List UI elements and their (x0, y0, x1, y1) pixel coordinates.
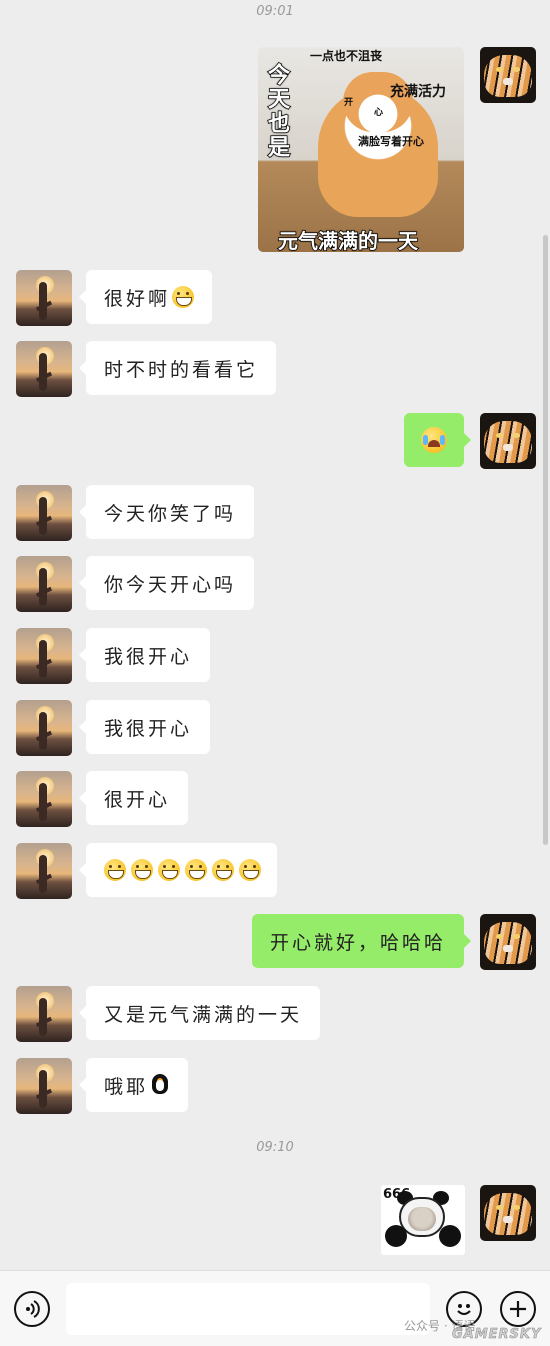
message-bubble[interactable]: 哦耶 (78, 1058, 189, 1112)
watermark-site: GAMERSKY (452, 1327, 542, 1343)
contact-avatar[interactable] (16, 485, 72, 541)
grin-emoji-icon (239, 859, 261, 881)
grin-emoji-icon (131, 859, 153, 881)
sticker-text-left: 今天也是 (263, 62, 290, 160)
sticker-text-top: 一点也不沮丧 (310, 49, 383, 63)
sticker-text-bottom: 元气满满的一天 (277, 228, 419, 252)
message-bubble[interactable] (79, 843, 277, 897)
input-bar: 公众号 · 语语 GAMERSKY (0, 1270, 550, 1346)
message-bubble[interactable]: 很好啊 (78, 270, 213, 324)
my-avatar[interactable] (480, 1185, 536, 1241)
contact-avatar[interactable] (16, 1058, 72, 1114)
message-bubble[interactable]: 我很开心 (78, 700, 211, 754)
message-bubble[interactable]: 今天你笑了吗 (78, 485, 255, 539)
contact-avatar[interactable] (16, 986, 72, 1042)
grin-emoji-icon (104, 859, 126, 881)
message-text: 很开心 (104, 788, 171, 811)
message-text: 开心就好，哈哈哈 (269, 931, 446, 954)
plus-icon (510, 1301, 526, 1317)
more-button[interactable] (500, 1291, 536, 1327)
message-text: 又是元气满满的一天 (104, 1003, 303, 1026)
message-text: 我很开心 (104, 645, 193, 668)
my-message-bubble[interactable]: 开心就好，哈哈哈 (251, 914, 472, 968)
grin-emoji-icon (172, 286, 195, 308)
contact-avatar[interactable] (16, 270, 72, 326)
message-text: 哦耶 (104, 1075, 149, 1098)
voice-icon (26, 1300, 40, 1318)
message-input[interactable] (66, 1283, 430, 1335)
message-bubble[interactable]: 我很开心 (78, 628, 211, 682)
cry-laugh-emoji-icon (421, 427, 447, 453)
sticker-text-small-b: 心 (374, 108, 384, 118)
contact-avatar[interactable] (16, 843, 72, 899)
contact-avatar[interactable] (16, 628, 72, 684)
contact-avatar[interactable] (16, 556, 72, 612)
message-bubble[interactable]: 很开心 (78, 771, 189, 825)
penguin-emoji-icon (150, 1074, 170, 1096)
message-bubble[interactable]: 你今天开心吗 (78, 556, 255, 610)
sticker-text-right: 充满活力 (390, 84, 446, 100)
message-text: 你今天开心吗 (104, 573, 237, 596)
panda-sticker-image[interactable]: 666 (381, 1185, 465, 1255)
timestamp: 09:10 (256, 1140, 294, 1155)
message-text: 很好啊 (104, 287, 171, 310)
grin-emoji-icon (212, 859, 234, 881)
contact-avatar[interactable] (16, 771, 72, 827)
voice-button[interactable] (14, 1291, 50, 1327)
message-text: 我很开心 (104, 717, 193, 740)
timestamp: 09:01 (256, 4, 294, 19)
sticker-text-small-a: 开 (344, 98, 354, 108)
message-bubble[interactable]: 时不时的看看它 (78, 341, 277, 395)
message-text: 时不时的看看它 (104, 358, 259, 381)
contact-avatar[interactable] (16, 341, 72, 397)
contact-avatar[interactable] (16, 700, 72, 756)
grin-emoji-icon (185, 859, 207, 881)
sticker-text-middle: 满脸写着开心 (358, 135, 424, 148)
my-message-bubble[interactable] (404, 413, 471, 467)
my-avatar[interactable] (480, 413, 536, 469)
message-text: 今天你笑了吗 (104, 502, 237, 525)
my-avatar[interactable] (480, 914, 536, 970)
scrollbar[interactable] (543, 235, 548, 845)
grin-emoji-icon (158, 859, 180, 881)
message-bubble[interactable]: 又是元气满满的一天 (78, 986, 321, 1040)
cat-sticker-image[interactable]: 一点也不沮丧 今天也是 充满活力 开 心 满脸写着开心 元气满满的一天 (258, 47, 464, 252)
panda-sticker-text: 666 (383, 1187, 411, 1202)
my-avatar[interactable] (480, 47, 536, 103)
